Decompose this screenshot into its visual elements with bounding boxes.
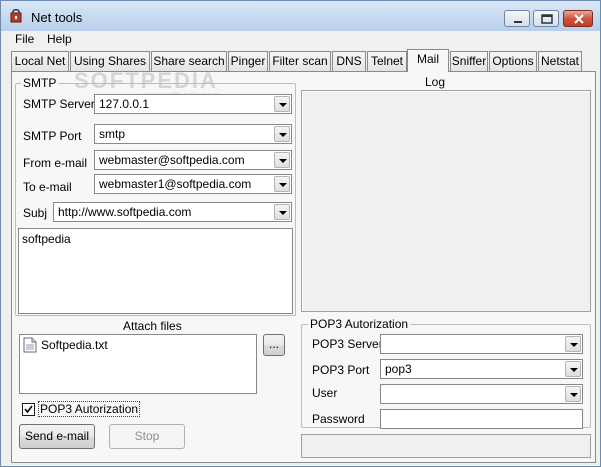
status-panel — [301, 434, 591, 458]
pop3-group-label: POP3 Autorization — [308, 317, 411, 331]
pop3-server-label: POP3 Server — [312, 337, 383, 351]
maximize-button[interactable] — [533, 10, 559, 27]
smtp-group: SMTP SMTP Server 127.0.0.1 SMTP Port smt… — [15, 76, 296, 316]
password-field[interactable] — [380, 409, 583, 429]
from-email-combo[interactable]: webmaster@softpedia.com — [94, 150, 292, 170]
user-label: User — [312, 386, 338, 400]
smtp-port-label: SMTP Port — [23, 129, 82, 143]
pop3-group: POP3 Autorization POP3 Server POP3 Port … — [301, 317, 591, 429]
dropdown-arrow-icon[interactable] — [274, 96, 290, 112]
password-label: Password — [312, 412, 365, 426]
close-icon — [574, 14, 584, 24]
tab-options[interactable]: Options — [489, 51, 537, 71]
smtp-server-combo[interactable]: 127.0.0.1 — [94, 94, 292, 114]
dropdown-arrow-icon[interactable] — [274, 126, 290, 142]
smtp-port-combo[interactable]: smtp — [94, 124, 292, 144]
subj-value: http://www.softpedia.com — [58, 205, 192, 219]
pop3-auth-checkbox-label[interactable]: POP3 Autorization — [37, 401, 141, 417]
app-window: Net tools File Help Local Net Using Shar… — [0, 0, 601, 467]
menu-help[interactable]: Help — [47, 32, 72, 46]
smtp-server-label: SMTP Server — [23, 97, 95, 111]
close-button[interactable] — [563, 10, 593, 27]
app-icon — [10, 9, 22, 23]
attach-files-list[interactable]: Softpedia.txt — [19, 334, 257, 394]
log-panel[interactable] — [301, 90, 591, 312]
tab-filter-scan[interactable]: Filter scan — [269, 51, 331, 71]
window-title: Net tools — [31, 10, 83, 25]
smtp-server-value: 127.0.0.1 — [99, 97, 150, 111]
dropdown-arrow-icon[interactable] — [565, 336, 581, 352]
smtp-port-value: smtp — [99, 127, 126, 141]
message-body-memo[interactable]: softpedia — [18, 228, 293, 314]
minimize-button[interactable] — [504, 10, 530, 27]
dropdown-arrow-icon[interactable] — [565, 386, 581, 402]
tab-dns[interactable]: DNS — [332, 51, 366, 71]
menu-file[interactable]: File — [15, 32, 34, 46]
send-email-button[interactable]: Send e-mail — [19, 424, 95, 449]
user-combo[interactable] — [380, 384, 583, 404]
tab-telnet[interactable]: Telnet — [367, 51, 407, 71]
from-email-value: webmaster@softpedia.com — [99, 153, 245, 167]
message-body-text: softpedia — [22, 232, 71, 246]
tab-local-net[interactable]: Local Net — [11, 51, 69, 71]
pop3-port-label: POP3 Port — [312, 363, 370, 377]
checkmark-icon — [24, 405, 33, 414]
dropdown-arrow-icon[interactable] — [274, 176, 290, 192]
smtp-group-label: SMTP — [21, 76, 59, 90]
menu-bar: File Help — [1, 31, 600, 48]
to-email-combo[interactable]: webmaster1@softpedia.com — [94, 174, 292, 194]
dropdown-arrow-icon[interactable] — [565, 361, 581, 377]
browse-attach-button[interactable]: ... — [263, 334, 285, 356]
pop3-port-value: pop3 — [385, 362, 412, 376]
to-email-label: To e-mail — [23, 180, 72, 194]
from-email-label: From e-mail — [23, 156, 88, 170]
attached-file-name: Softpedia.txt — [41, 338, 108, 352]
tab-sniffer[interactable]: Sniffer — [450, 51, 488, 71]
tab-netstat[interactable]: Netstat — [538, 51, 582, 71]
dropdown-arrow-icon[interactable] — [274, 152, 290, 168]
mail-tab-panel: SOFTPEDIA www.softpedia.com SMTP SMTP Se… — [11, 68, 596, 463]
pop3-auth-checkbox[interactable] — [22, 403, 35, 416]
log-label: Log — [425, 75, 446, 89]
pop3-port-combo[interactable]: pop3 — [380, 359, 583, 379]
minimize-icon — [514, 21, 522, 23]
pop3-server-combo[interactable] — [380, 334, 583, 354]
to-email-value: webmaster1@softpedia.com — [99, 177, 252, 191]
title-bar[interactable]: Net tools — [1, 1, 600, 31]
tab-mail[interactable]: Mail — [407, 49, 449, 72]
attach-files-label: Attach files — [123, 319, 182, 333]
stop-button[interactable]: Stop — [109, 424, 185, 449]
dropdown-arrow-icon[interactable] — [274, 204, 290, 220]
subj-combo[interactable]: http://www.softpedia.com — [53, 202, 292, 222]
subj-label: Subj — [23, 206, 48, 220]
text-file-icon — [23, 337, 37, 353]
tab-pinger[interactable]: Pinger — [228, 51, 268, 71]
maximize-icon — [541, 14, 553, 24]
